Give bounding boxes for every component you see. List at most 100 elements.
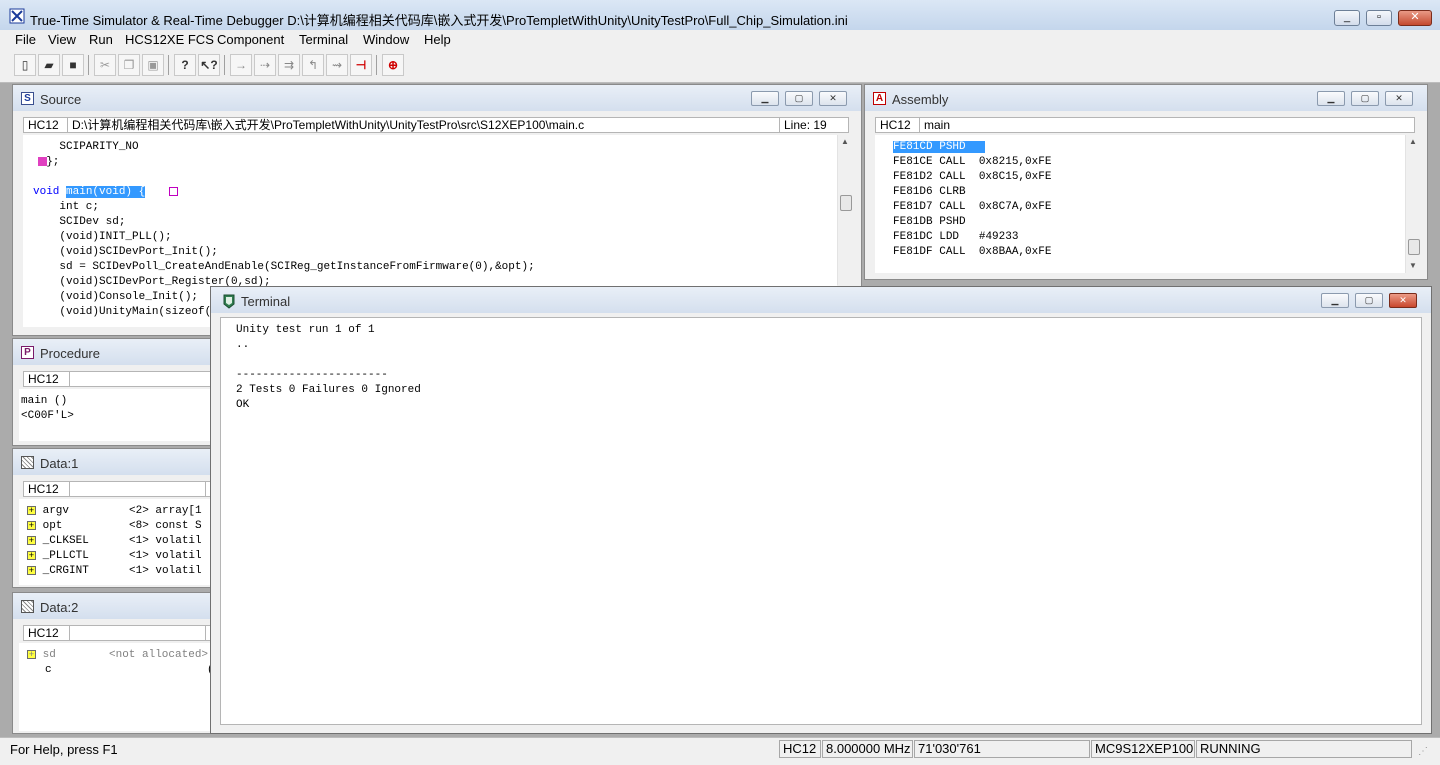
data2-variable-list[interactable]: + sd <not allocated> c ( bbox=[19, 643, 223, 731]
assembly-title: Assembly bbox=[892, 92, 949, 107]
copy-icon[interactable]: ❐ bbox=[118, 54, 140, 76]
data2-window: Data:2 HC12 m + sd <not allocated> c ( bbox=[12, 592, 223, 734]
halt-icon[interactable]: ⊣ bbox=[350, 54, 372, 76]
toolbar-separator bbox=[168, 55, 169, 75]
terminal-window-icon bbox=[223, 294, 235, 309]
assembly-scrollbar[interactable]: ▲ ▼ bbox=[1405, 135, 1423, 273]
data2-title-bar: Data:2 bbox=[13, 593, 221, 619]
source-cpu-label: HC12 bbox=[24, 118, 68, 132]
minimize-button[interactable]: _ bbox=[1334, 10, 1360, 26]
assembly-close-button[interactable]: ✕ bbox=[1385, 91, 1413, 106]
assembly-maximize-button[interactable]: ▢ bbox=[1351, 91, 1379, 106]
source-title: Source bbox=[40, 92, 82, 107]
procedure-entry[interactable]: main () bbox=[21, 395, 67, 407]
save-icon[interactable]: ■ bbox=[62, 54, 84, 76]
data1-variable-list[interactable]: + argv <2> array[1 + opt <8> const S + _… bbox=[19, 499, 223, 585]
source-scrollbar[interactable]: ▲ bbox=[837, 135, 855, 285]
cut-icon[interactable]: ✂ bbox=[94, 54, 116, 76]
help-icon[interactable]: ? bbox=[174, 54, 196, 76]
title-bar: True-Time Simulator & Real-Time Debugger… bbox=[0, 0, 1440, 31]
assembly-line: FE81CE CALL 0x8215,0xFE bbox=[893, 156, 1052, 168]
assembly-line: FE81D7 CALL 0x8C7A,0xFE bbox=[893, 201, 1052, 213]
data1-window: Data:1 HC12 m + argv <2> array[1 + opt <… bbox=[12, 448, 223, 588]
source-line: (void)SCIDevPort_Init(); bbox=[33, 246, 218, 258]
context-help-icon[interactable]: ↖? bbox=[198, 54, 220, 76]
reset-target-icon[interactable]: ⊕ bbox=[382, 54, 404, 76]
new-file-icon[interactable]: ▯ bbox=[14, 54, 36, 76]
source-line: }; bbox=[33, 156, 60, 168]
data1-row[interactable]: + _CRGINT bbox=[27, 565, 89, 577]
assembly-scroll-thumb[interactable] bbox=[1408, 239, 1420, 255]
step-over-icon[interactable]: ⇉ bbox=[278, 54, 300, 76]
toolbar-separator bbox=[376, 55, 377, 75]
data2-row[interactable]: + sd bbox=[27, 649, 56, 661]
status-cpu: HC12 bbox=[779, 740, 821, 758]
assembly-line: FE81D2 CALL 0x8C15,0xFE bbox=[893, 171, 1052, 183]
terminal-title-bar: Terminal ▁ ▢ ✕ bbox=[211, 287, 1431, 313]
menu-hcs12xe-fcs[interactable]: HCS12XE FCS bbox=[125, 32, 214, 47]
menu-file[interactable]: File bbox=[15, 32, 36, 47]
menu-help[interactable]: Help bbox=[424, 32, 451, 47]
menu-window[interactable]: Window bbox=[363, 32, 409, 47]
open-folder-icon[interactable]: ▰ bbox=[38, 54, 60, 76]
start-continue-icon[interactable]: → bbox=[230, 54, 252, 76]
expand-icon[interactable]: + bbox=[27, 649, 36, 659]
resize-grip-icon[interactable]: ⋰ bbox=[1418, 746, 1432, 760]
assembly-header: HC12 main bbox=[875, 117, 1415, 133]
data2-cpu-label: HC12 bbox=[24, 626, 70, 640]
terminal-close-button[interactable]: ✕ bbox=[1389, 293, 1417, 308]
data1-cpu-label: HC12 bbox=[24, 482, 70, 496]
close-button[interactable]: ✕ bbox=[1398, 10, 1432, 26]
source-window-icon: S bbox=[21, 92, 34, 105]
menu-run[interactable]: Run bbox=[89, 32, 113, 47]
assembly-line: FE81DB PSHD bbox=[893, 216, 966, 228]
maximize-button[interactable]: ▫ bbox=[1366, 10, 1392, 26]
paste-icon[interactable]: ▣ bbox=[142, 54, 164, 76]
data1-row[interactable]: + _CLKSEL bbox=[27, 535, 89, 547]
data1-row-detail: <8> const S bbox=[129, 520, 202, 532]
menu-terminal[interactable]: Terminal bbox=[299, 32, 348, 47]
window-title: True-Time Simulator & Real-Time Debugger… bbox=[30, 13, 848, 28]
assembly-cpu-label: HC12 bbox=[876, 118, 920, 132]
data1-row[interactable]: + argv bbox=[27, 505, 69, 517]
data2-row[interactable]: c bbox=[45, 664, 52, 676]
expand-icon[interactable]: + bbox=[27, 535, 36, 545]
source-close-button[interactable]: ✕ bbox=[819, 91, 847, 106]
single-step-icon[interactable]: ⇢ bbox=[254, 54, 276, 76]
assembly-line: FE81D6 CLRB bbox=[893, 186, 966, 198]
data1-row-detail: <1> volatil bbox=[129, 565, 202, 577]
procedure-header: HC12 bbox=[23, 371, 223, 387]
assembly-code-area[interactable]: FE81CD PSHD FE81CE CALL 0x8215,0xFE FE81… bbox=[875, 135, 1405, 273]
step-out-icon[interactable]: ↰ bbox=[302, 54, 324, 76]
procedure-entry[interactable]: <C00F'L> bbox=[21, 410, 74, 422]
assembly-step-icon[interactable]: ⇝ bbox=[326, 54, 348, 76]
status-bar: For Help, press F1 HC12 8.000000 MHz 71'… bbox=[0, 737, 1440, 765]
status-run-state: RUNNING bbox=[1196, 740, 1412, 758]
status-help-text: For Help, press F1 bbox=[10, 742, 118, 757]
assembly-line-selected: FE81CD PSHD bbox=[893, 141, 985, 153]
terminal-minimize-button[interactable]: ▁ bbox=[1321, 293, 1349, 308]
terminal-output[interactable]: Unity test run 1 of 1 .. ---------------… bbox=[220, 317, 1422, 725]
data1-row[interactable]: + _PLLCTL bbox=[27, 550, 89, 562]
source-minimize-button[interactable]: ▁ bbox=[751, 91, 779, 106]
expand-icon[interactable]: + bbox=[27, 550, 36, 560]
menu-component[interactable]: Component bbox=[217, 32, 284, 47]
expand-icon[interactable]: + bbox=[27, 520, 36, 530]
source-scroll-thumb[interactable] bbox=[840, 195, 852, 211]
data1-row[interactable]: + opt bbox=[27, 520, 62, 532]
assembly-line: FE81DF CALL 0x8BAA,0xFE bbox=[893, 246, 1052, 258]
procedure-list[interactable]: main () <C00F'L> bbox=[19, 389, 223, 441]
assembly-minimize-button[interactable]: ▁ bbox=[1317, 91, 1345, 106]
terminal-line: Unity test run 1 of 1 bbox=[236, 324, 375, 336]
menu-view[interactable]: View bbox=[48, 32, 76, 47]
terminal-maximize-button[interactable]: ▢ bbox=[1355, 293, 1383, 308]
source-maximize-button[interactable]: ▢ bbox=[785, 91, 813, 106]
assembly-window: A Assembly ▁ ▢ ✕ HC12 main FE81CD PSHD F… bbox=[864, 84, 1428, 280]
status-frequency: 8.000000 MHz bbox=[822, 740, 913, 758]
expand-icon[interactable]: + bbox=[27, 565, 36, 575]
toolbar-separator bbox=[224, 55, 225, 75]
assembly-title-bar: A Assembly ▁ ▢ ✕ bbox=[865, 85, 1427, 111]
expand-icon[interactable]: + bbox=[27, 505, 36, 515]
toolbar: ▯ ▰ ■ ✂ ❐ ▣ ? ↖? → ⇢ ⇉ ↰ ⇝ ⊣ ⊕ bbox=[0, 50, 1440, 83]
procedure-window-icon: P bbox=[21, 346, 34, 359]
